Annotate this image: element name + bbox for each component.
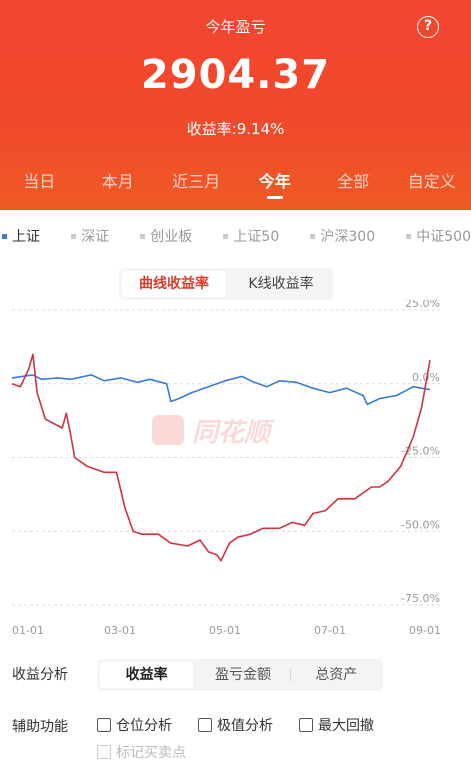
summary-header: 今年盈亏 ? 2904.37 收益率:9.14% 当日 本月 近三月 今年 全部…	[0, 0, 471, 210]
chart-grid	[12, 310, 440, 605]
tab-custom[interactable]: 自定义	[393, 168, 471, 204]
return-chart: 同花顺 25.0%0.0%-25.0%-50.0%-75.0% 01-0103-…	[0, 300, 471, 640]
analysis-selector: 收益率 盈亏金额 总资产	[97, 659, 383, 691]
index-csi300[interactable]: 沪深300	[310, 226, 375, 246]
aux-functions: 仓位分析 极值分析 最大回撤	[97, 715, 400, 735]
kline-return-option[interactable]: K线收益率	[229, 268, 333, 300]
x-tick-label: 05-01	[209, 624, 241, 637]
tab-today[interactable]: 当日	[0, 168, 79, 204]
index-chinext[interactable]: 创业板	[140, 226, 192, 246]
mark-trades-checkbox[interactable]: 标记买卖点	[97, 742, 186, 762]
analysis-label: 收益分析	[12, 664, 68, 684]
x-tick-label: 03-01	[104, 624, 136, 637]
checkbox-icon	[198, 718, 212, 732]
legend-marker-icon	[223, 234, 228, 239]
x-axis-labels: 01-01 03-01 05-01 07-01 09-01	[12, 624, 441, 637]
x-tick-label: 09-01	[409, 624, 441, 637]
tab-month[interactable]: 本月	[79, 168, 158, 204]
index-shenzhen[interactable]: 深证	[71, 226, 109, 246]
aux-label: 辅助功能	[12, 716, 68, 736]
period-tabs: 当日 本月 近三月 今年 全部 自定义	[0, 168, 471, 204]
curve-return-option[interactable]: 曲线收益率	[122, 271, 226, 297]
watermark-text: 同花顺	[192, 418, 275, 448]
watermark-logo-icon	[152, 415, 184, 445]
x-tick-label: 01-01	[12, 624, 44, 637]
legend-marker-icon	[2, 234, 7, 239]
tab-this-year[interactable]: 今年	[236, 168, 315, 204]
checkbox-icon	[299, 718, 313, 732]
index-sse50[interactable]: 上证50	[223, 226, 279, 246]
tab-all[interactable]: 全部	[314, 168, 393, 204]
analysis-total-assets[interactable]: 总资产	[290, 659, 383, 691]
help-icon[interactable]: ?	[417, 16, 439, 38]
return-rate: 收益率:9.14%	[0, 118, 471, 139]
max-drawdown-checkbox[interactable]: 最大回撤	[299, 715, 374, 735]
y-tick-label: -50.0%	[401, 518, 440, 531]
position-analysis-checkbox[interactable]: 仓位分析	[97, 715, 172, 735]
index-selector: 上证 深证 创业板 上证50 沪深300 中证500	[0, 226, 471, 246]
index-shanghai[interactable]: 上证	[2, 226, 40, 246]
y-tick-label: 25.0%	[405, 300, 440, 310]
watermark-logo: 同花顺	[152, 415, 275, 448]
legend-marker-icon	[310, 234, 315, 239]
analysis-pnl-amount[interactable]: 盈亏金额	[196, 659, 289, 691]
checkbox-icon	[97, 745, 111, 759]
checkbox-icon	[97, 718, 111, 732]
legend-marker-icon	[406, 234, 411, 239]
extreme-analysis-checkbox[interactable]: 极值分析	[198, 715, 273, 735]
chart-mode-toggle: 曲线收益率 K线收益率	[119, 268, 333, 300]
legend-marker-icon	[140, 234, 145, 239]
legend-marker-icon	[71, 234, 76, 239]
index-line	[12, 375, 430, 405]
analysis-return-rate[interactable]: 收益率	[100, 662, 193, 688]
x-tick-label: 07-01	[314, 624, 346, 637]
page-title: 今年盈亏	[0, 16, 471, 37]
profit-amount: 2904.37	[0, 52, 471, 98]
index-csi500[interactable]: 中证500	[406, 226, 471, 246]
tab-three-months[interactable]: 近三月	[157, 168, 236, 204]
y-tick-label: -75.0%	[401, 592, 440, 605]
